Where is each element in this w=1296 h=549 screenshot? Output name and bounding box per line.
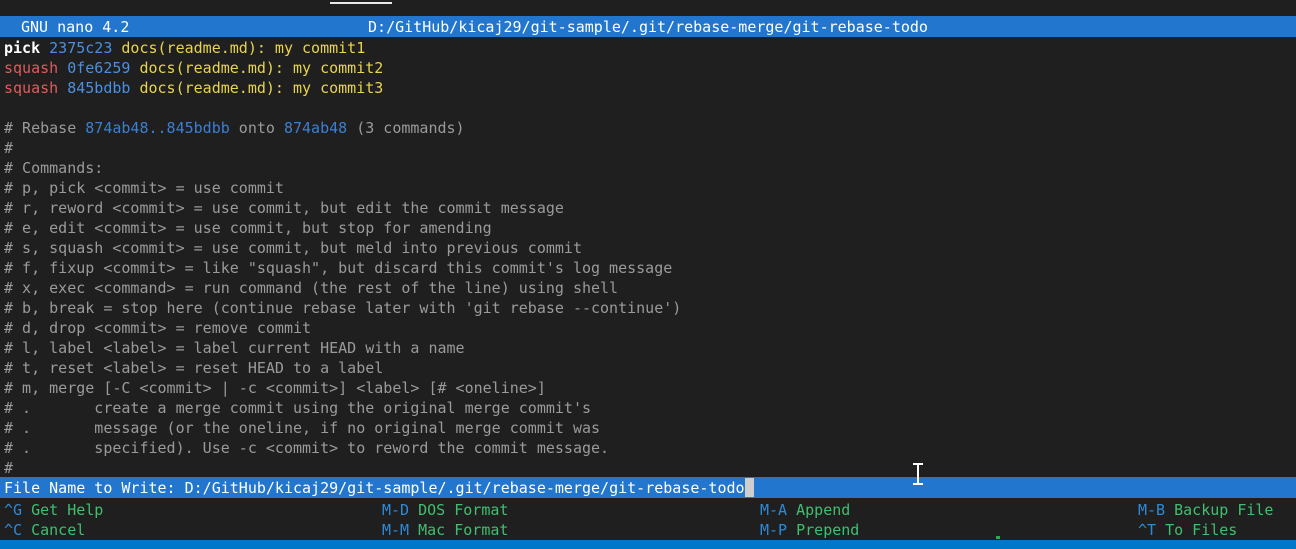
rebase-todo-line[interactable]: squash 845bdbb docs(readme.md): my commi… <box>0 78 1296 98</box>
shortcut-key: ^G <box>4 501 23 519</box>
shortcut-key: M-M <box>382 521 410 539</box>
rebase-help-comment-line: # x, exec <command> = run command (the r… <box>4 279 619 297</box>
shortcut-key: ^T <box>1138 521 1157 539</box>
rebase-help-comment-line: # t, reset <label> = reset HEAD to a lab… <box>4 359 384 377</box>
rebase-header-range: 874ab48..845bdbb <box>85 119 230 137</box>
shortcut-mac-format[interactable]: M-M Mac Format <box>382 520 508 540</box>
text-caret <box>744 478 754 497</box>
rebase-command-token: pick <box>4 39 41 57</box>
shortcut-cancel[interactable]: ^C Cancel <box>4 520 85 540</box>
shortcut-prepend[interactable]: M-P Prepend <box>760 520 859 540</box>
shortcut-to-files[interactable]: ^T To Files <box>1138 520 1237 540</box>
commit-message: docs(readme.md): my commit2 <box>139 59 384 77</box>
commit-hash: 2375c23 <box>49 39 113 57</box>
shortcut-get-help[interactable]: ^G Get Help <box>4 500 103 520</box>
nano-file-path-label: D:/GitHub/kicaj29/git-sample/.git/rebase… <box>368 18 928 36</box>
rebase-help-comment-line: # e, edit <commit> = use commit, but sto… <box>4 219 492 237</box>
commit-hash: 0fe6259 <box>67 59 131 77</box>
shortcut-key: M-P <box>760 521 788 539</box>
shortcut-label: Cancel <box>31 521 86 539</box>
editor-text-area[interactable]: pick 2375c23 docs(readme.md): my commit1… <box>0 38 1296 478</box>
rebase-help-comment-line: # d, drop <commit> = remove commit <box>4 319 312 337</box>
shortcut-row-1: ^G Get Help M-D DOS Format M-A Append M-B B… <box>0 500 1296 520</box>
rebase-help-comment-line: # <box>4 459 14 477</box>
rebase-command-token: squash <box>4 59 59 77</box>
file-name-prompt-label: File Name to Write: <box>4 479 185 497</box>
shortcut-label: To Files <box>1165 521 1238 539</box>
file-name-input-value[interactable]: D:/GitHub/kicaj29/git-sample/.git/rebase… <box>185 479 745 497</box>
shortcut-label: Mac Format <box>418 521 509 539</box>
shortcut-append[interactable]: M-A Append <box>760 500 850 520</box>
rebase-help-comment-line: # <box>4 139 14 157</box>
rebase-help-comment-line: # s, squash <commit> = use commit, but m… <box>4 239 582 257</box>
shortcut-label: Get Help <box>31 501 104 519</box>
shortcut-key: M-B <box>1138 501 1166 519</box>
shortcut-key: M-D <box>382 501 410 519</box>
file-name-prompt-inner[interactable]: File Name to Write: D:/GitHub/kicaj29/gi… <box>4 478 754 498</box>
rebase-help-comment-line: # p, pick <commit> = use commit <box>4 179 284 197</box>
rebase-header-suffix: (3 commands) <box>347 119 465 137</box>
shortcut-label: DOS Format <box>418 501 509 519</box>
rebase-help-comment-line: # r, reword <commit> = use commit, but e… <box>4 199 564 217</box>
file-name-prompt-bar[interactable]: File Name to Write: D:/GitHub/kicaj29/gi… <box>0 477 1296 498</box>
os-taskbar-strip[interactable] <box>0 540 1296 549</box>
shortcut-label: Append <box>796 501 851 519</box>
rebase-todo-line[interactable]: pick 2375c23 docs(readme.md): my commit1 <box>0 38 1296 58</box>
shortcut-key-bar: ^G Get Help M-D DOS Format M-A Append M-B B… <box>0 500 1296 540</box>
shortcut-label: Prepend <box>796 521 860 539</box>
rebase-header-onto: 874ab48 <box>283 119 348 137</box>
rebase-help-comment-line: # b, break = stop here (continue rebase … <box>4 299 682 317</box>
shortcut-key: ^C <box>4 521 23 539</box>
commit-hash: 845bdbb <box>67 79 131 97</box>
rebase-help-comment-line: # f, fixup <commit> = like "squash", but… <box>4 259 673 277</box>
rebase-header-prefix: # Rebase <box>4 119 86 137</box>
window-top-edge-marker <box>330 2 392 4</box>
rebase-help-comment-line: # . message (or the oneline, if no origi… <box>4 419 601 437</box>
rebase-todo-list[interactable]: pick 2375c23 docs(readme.md): my commit1… <box>0 38 1296 98</box>
rebase-help-comment-line: # . specified). Use -c <commit> to rewor… <box>4 439 610 457</box>
rebase-todo-line[interactable]: squash 0fe6259 docs(readme.md): my commi… <box>0 58 1296 78</box>
shortcut-backup-file[interactable]: M-B Backup File <box>1138 500 1273 520</box>
rebase-help-comments: # # Commands: # p, pick <commit> = use com… <box>0 138 1296 478</box>
rebase-help-comment-line: # l, label <label> = label current HEAD … <box>4 339 465 357</box>
rebase-command-token: squash <box>4 79 59 97</box>
shortcut-key: M-A <box>760 501 788 519</box>
shortcut-row-2: ^C Cancel M-M Mac Format M-P Prepend ^T To … <box>0 520 1296 540</box>
nano-title-bar: GNU nano 4.2 D:/GitHub/kicaj29/git-sampl… <box>0 16 1296 37</box>
rebase-help-comment-line: # . create a merge commit using the orig… <box>4 399 591 417</box>
commit-message: docs(readme.md): my commit1 <box>121 39 366 57</box>
rebase-help-comment-line: # m, merge [-C <commit> | -c <commit>] <… <box>4 379 546 397</box>
rebase-help-comment-line: # Commands: <box>4 159 104 177</box>
shortcut-label: Backup File <box>1174 501 1274 519</box>
rebase-header-middle: onto <box>229 119 284 137</box>
taskbar-indicator-dot <box>996 536 1000 539</box>
shortcut-dos-format[interactable]: M-D DOS Format <box>382 500 508 520</box>
nano-terminal-window: GNU nano 4.2 D:/GitHub/kicaj29/git-sampl… <box>0 0 1296 549</box>
commit-message: docs(readme.md): my commit3 <box>139 79 384 97</box>
rebase-header-line: # Rebase 874ab48..845bdbb onto 874ab48 (… <box>0 118 1296 138</box>
